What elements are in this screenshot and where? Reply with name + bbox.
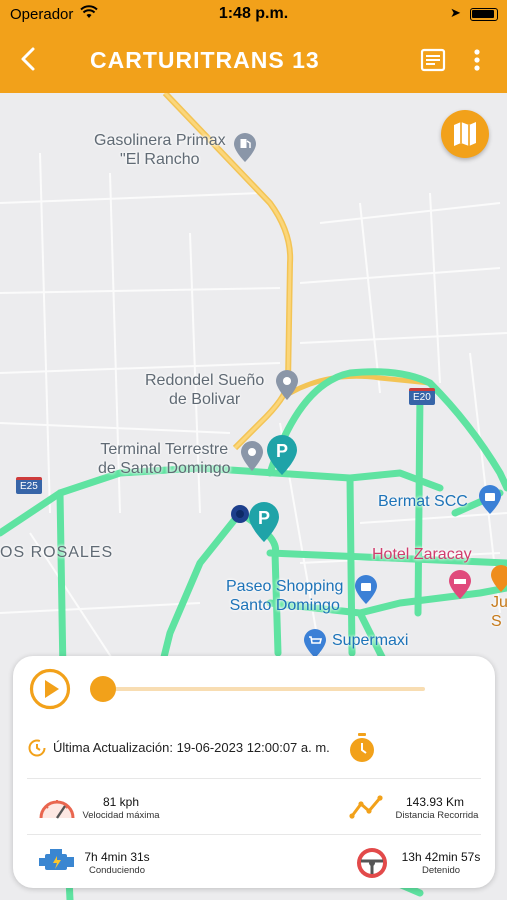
svg-text:P: P — [258, 508, 270, 528]
app-bar: CARTURITRANS 13 — [0, 30, 507, 93]
page-title: CARTURITRANS 13 — [90, 47, 320, 73]
max-speed-value: 81 kph — [102, 795, 140, 809]
map-label-rosales: OS ROSALES — [0, 544, 114, 561]
map-label-redondel: Redondel Sueño de Bolivar — [145, 371, 264, 409]
map-label-ju: Ju S — [491, 593, 507, 631]
map-label-bermat: Bermat SCC — [378, 493, 468, 510]
highway-shield-e20: E20 — [409, 388, 435, 405]
distance-caption: Distancia Recorrida — [395, 810, 479, 821]
map-label-gas-station: Gasolinera Primax "El Rancho — [94, 131, 226, 169]
play-button[interactable] — [29, 668, 71, 710]
driving-time-caption: Conduciendo — [89, 865, 145, 876]
highway-shield-e25: E25 — [16, 477, 42, 494]
trip-summary-panel: Última Actualización: 19-06-2023 12:00:0… — [13, 656, 495, 888]
map-label-paseo: Paseo Shopping Santo Domingo — [226, 577, 343, 615]
divider — [27, 834, 481, 835]
status-time: 1:48 p.m. — [218, 5, 289, 22]
shopping-pin-icon[interactable] — [478, 485, 502, 515]
more-options-button[interactable] — [466, 47, 488, 73]
supermarket-pin-icon[interactable] — [303, 629, 327, 659]
terminal-name: Terminal Terrestre de Santo Domingo — [98, 441, 231, 477]
last-update-value: 19-06-2023 12:00:07 a. m. — [176, 740, 330, 755]
mall-pin-icon[interactable] — [354, 575, 378, 605]
hotel-pin-icon[interactable] — [448, 570, 472, 600]
battery-icon — [470, 8, 498, 21]
location-arrow-icon: ➤ — [450, 5, 461, 20]
map-label-supermaxi: Supermaxi — [332, 632, 409, 649]
playback-slider-thumb[interactable] — [90, 676, 116, 702]
vehicle-position-icon[interactable] — [229, 503, 251, 525]
stopwatch-icon — [350, 733, 374, 762]
ju-name: Ju S — [491, 594, 507, 630]
steering-wheel-icon — [357, 848, 387, 878]
redondel-name: Redondel Sueño de Bolivar — [145, 372, 265, 408]
map-label-hotel: Hotel Zaracay — [372, 546, 472, 563]
paseo-name: Paseo Shopping Santo Domingo — [226, 578, 344, 614]
map-label-terminal: Terminal Terrestre de Santo Domingo — [98, 440, 231, 478]
report-button[interactable] — [420, 47, 446, 73]
map-type-button[interactable] — [441, 110, 489, 158]
svg-text:P: P — [276, 441, 288, 461]
parking-marker-icon[interactable]: P — [247, 501, 281, 543]
status-bar: Operador 1:48 p.m. ➤ — [0, 0, 507, 30]
engine-icon — [39, 849, 74, 870]
parking-marker-icon[interactable]: P — [265, 434, 299, 476]
terminal-pin-icon[interactable] — [239, 440, 265, 472]
chevron-left-icon — [21, 47, 35, 71]
stopped-time-value: 13h 42min 57s — [401, 850, 481, 864]
document-icon — [420, 48, 446, 72]
divider — [27, 778, 481, 779]
map-icon — [454, 122, 476, 146]
driving-time-value: 7h 4min 31s — [84, 850, 150, 864]
last-update-text: Última Actualización: 19-06-2023 12:00:0… — [53, 740, 330, 755]
gas-station-name: Gasolinera Primax "El Rancho — [94, 132, 226, 168]
back-button[interactable] — [14, 44, 44, 74]
max-speed-caption: Velocidad máxima — [82, 810, 160, 821]
refresh-clock-icon — [28, 739, 46, 757]
playback-slider-track[interactable] — [103, 687, 425, 691]
trend-line-icon — [349, 795, 383, 819]
distance-value: 143.93 Km — [405, 795, 465, 809]
gas-station-pin-icon[interactable] — [232, 133, 258, 163]
last-update-label: Última Actualización: — [53, 740, 173, 755]
play-icon — [29, 668, 71, 710]
stopped-time-caption: Detenido — [421, 865, 461, 876]
landmark-pin-icon[interactable] — [274, 369, 300, 401]
restaurant-pin-icon[interactable] — [491, 565, 507, 593]
timer-button[interactable] — [348, 732, 376, 764]
more-vertical-icon — [474, 49, 480, 71]
